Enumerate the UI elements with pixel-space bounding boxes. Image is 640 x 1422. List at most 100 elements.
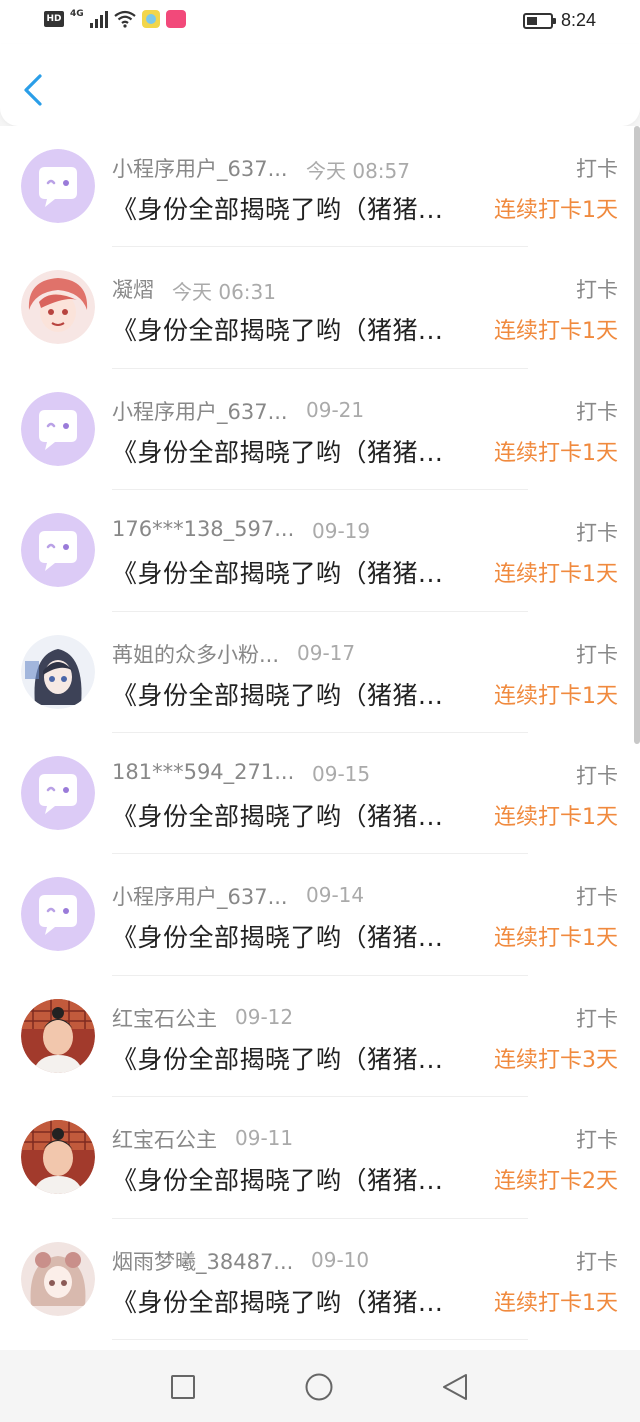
- user-name: 红宝石公主: [112, 1128, 217, 1153]
- timestamp: 09-11: [235, 1126, 294, 1151]
- user-avatar: [21, 634, 95, 709]
- header: [0, 44, 640, 126]
- checkin-label: 打卡: [576, 157, 618, 181]
- back-icon: [443, 1374, 467, 1400]
- avatar[interactable]: [21, 149, 95, 223]
- article-title: 《身份全部揭晓了哟（猪猪...: [112, 923, 444, 953]
- article-title: 《身份全部揭晓了哟（猪猪...: [112, 680, 444, 710]
- list-item[interactable]: 181***594_271... 09-15 《身份全部揭晓了哟（猪猪... 打卡连续…: [0, 733, 640, 855]
- article-title: 《身份全部揭晓了哟（猪猪...: [112, 559, 444, 589]
- user-name: 小程序用户_637...: [112, 885, 288, 910]
- avatar[interactable]: [21, 634, 95, 709]
- streak-label: 连续打卡1天: [494, 562, 618, 588]
- timestamp: 09-14: [306, 883, 365, 908]
- avatar[interactable]: [21, 270, 95, 345]
- avatar[interactable]: [21, 755, 95, 830]
- article-title: 《身份全部揭晓了哟（猪猪...: [112, 801, 444, 831]
- avatar[interactable]: [21, 1241, 95, 1316]
- status-bar: HD 4G 8:24: [0, 0, 640, 44]
- scrollbar[interactable]: [634, 126, 640, 744]
- avatar[interactable]: [21, 513, 95, 588]
- checkin-label: 打卡: [576, 1128, 618, 1153]
- timestamp: 09-19: [312, 519, 371, 544]
- list-item[interactable]: 小程序用户_637... 今天 08:57 《身份全部揭晓了哟（猪猪... 打卡连续打…: [0, 126, 640, 248]
- checkin-label: 打卡: [576, 642, 618, 667]
- user-name: 181***594_271...: [112, 759, 295, 784]
- timestamp: 今天 08:57: [306, 159, 410, 183]
- user-avatar: [21, 1241, 95, 1316]
- home-icon: [305, 1373, 333, 1401]
- article-title: 《身份全部揭晓了哟（猪猪...: [112, 437, 444, 467]
- checkin-label: 打卡: [576, 521, 618, 546]
- timestamp: 09-12: [235, 1004, 294, 1029]
- default-avatar-icon: [21, 391, 95, 466]
- avatar[interactable]: [21, 877, 95, 952]
- user-name: 苒姐的众多小粉...: [112, 642, 280, 667]
- screen: HD 4G 8:24 小程序用户_637... 今天 08:57 《身份全部揭晓…: [0, 0, 640, 1422]
- recent-apps-icon: [171, 1375, 195, 1399]
- user-avatar: [21, 1120, 95, 1195]
- default-avatar-icon: [21, 513, 95, 588]
- user-name: 小程序用户_637...: [112, 399, 288, 424]
- streak-label: 连续打卡1天: [494, 319, 618, 345]
- list-item[interactable]: 小程序用户_637... 09-21 《身份全部揭晓了哟（猪猪... 打卡 连续打卡1天: [0, 369, 640, 491]
- default-avatar-icon: [21, 755, 95, 830]
- hd-icon: HD: [44, 11, 64, 27]
- avatar[interactable]: [21, 1120, 95, 1195]
- streak-label: 连续打卡2天: [494, 1169, 618, 1195]
- user-avatar: [21, 270, 95, 345]
- streak-label: 连续打卡1天: [494, 1290, 618, 1316]
- list-item[interactable]: 烟雨梦曦_38487... 09-10 《身份全部揭晓了哟（猪猪... 打卡 连续打卡1…: [0, 1219, 640, 1340]
- list-item[interactable]: 红宝石公主 09-11 《身份全部揭晓了哟（猪猪... 打卡连续打卡2天: [0, 1097, 640, 1219]
- streak-label: 连续打卡1天: [494, 683, 618, 709]
- network-type-label: 4G: [70, 9, 84, 19]
- app-notification-icon: [141, 10, 160, 28]
- back-button[interactable]: [16, 70, 52, 110]
- streak-label: 连续打卡1天: [494, 926, 618, 952]
- user-name: 红宝石公主: [112, 1006, 217, 1031]
- article-title: 《身份全部揭晓了哟（猪猪...: [112, 195, 444, 224]
- avatar[interactable]: [21, 998, 95, 1073]
- user-name: 小程序用户_637...: [112, 157, 288, 181]
- streak-label: 连续打卡1天: [494, 440, 618, 466]
- timestamp: 今天 06:31: [172, 280, 276, 305]
- checkin-label: 打卡: [576, 1006, 618, 1031]
- article-title: 《身份全部揭晓了哟（猪猪...: [112, 1287, 444, 1317]
- streak-label: 连续打卡3天: [494, 1047, 618, 1073]
- app-notification-icon-2: [165, 10, 186, 28]
- avatar[interactable]: [21, 391, 95, 466]
- streak-label: 连续打卡1天: [494, 198, 618, 223]
- status-right: 8:24: [522, 10, 596, 31]
- divider: [112, 1338, 528, 1340]
- navigation-bar: [0, 1350, 640, 1422]
- user-name: 凝熠: [112, 278, 154, 303]
- recent-apps-button[interactable]: [168, 1372, 198, 1402]
- list-item[interactable]: 凝熠 今天 06:31 《身份全部揭晓了哟（猪猪... 打卡连续打卡1天: [0, 247, 640, 369]
- list-item[interactable]: 红宝石公主 09-12 《身份全部揭晓了哟（猪猪... 打卡连续打卡3天: [0, 976, 640, 1098]
- checkin-label: 打卡: [576, 278, 618, 303]
- wifi-icon: [113, 10, 136, 28]
- checkin-label: 打卡: [576, 885, 618, 910]
- signal-icon: [89, 10, 108, 28]
- user-avatar: [21, 998, 95, 1073]
- user-name: 176***138_597...: [112, 517, 295, 542]
- list-item[interactable]: 小程序用户_637... 09-14 《身份全部揭晓了哟（猪猪... 打卡连续打卡1天: [0, 854, 640, 976]
- article-title: 《身份全部揭晓了哟（猪猪...: [112, 1044, 444, 1074]
- default-avatar-icon: [21, 877, 95, 952]
- checkin-label: 打卡: [576, 1249, 618, 1274]
- list-item[interactable]: 苒姐的众多小粉... 09-17 《身份全部揭晓了哟（猪猪... 打卡连续打卡1天: [0, 612, 640, 733]
- chevron-left-icon: [24, 74, 42, 106]
- checkin-label: 打卡: [576, 763, 618, 788]
- status-left: HD 4G: [44, 9, 186, 28]
- home-button[interactable]: [304, 1372, 334, 1402]
- streak-label: 连续打卡1天: [494, 804, 618, 830]
- user-name: 烟雨梦曦_38487...: [112, 1249, 294, 1274]
- list-item[interactable]: 176***138_597... 09-19 《身份全部揭晓了哟（猪猪... 打卡连续…: [0, 490, 640, 612]
- checkin-list[interactable]: 小程序用户_637... 今天 08:57 《身份全部揭晓了哟（猪猪... 打卡 连续打…: [0, 126, 640, 1350]
- timestamp: 09-15: [312, 761, 371, 786]
- article-title: 《身份全部揭晓了哟（猪猪...: [112, 316, 444, 346]
- back-nav-button[interactable]: [440, 1372, 470, 1402]
- article-title: 《身份全部揭晓了哟（猪猪...: [112, 1166, 444, 1196]
- timestamp: 09-17: [297, 640, 356, 665]
- clock: 8:24: [560, 10, 596, 30]
